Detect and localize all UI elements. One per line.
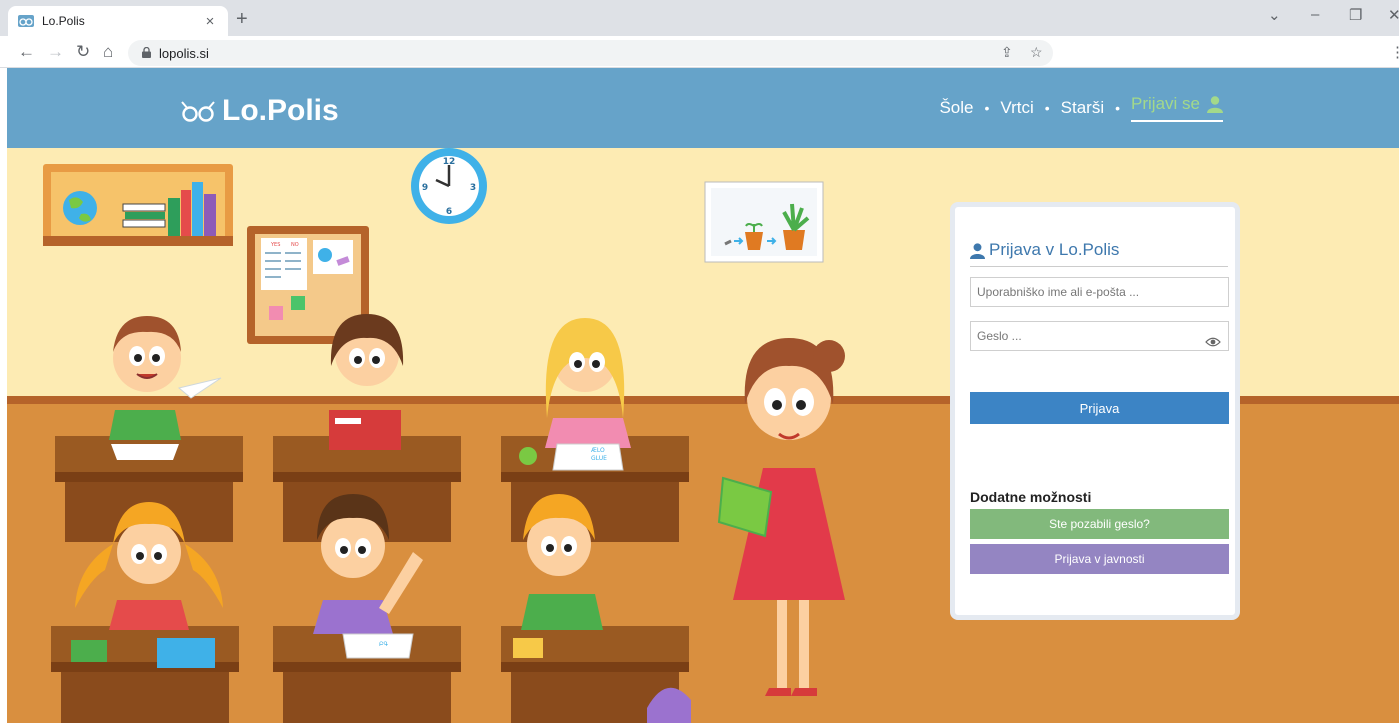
nav-item-login[interactable]: Prijavi se	[1131, 94, 1223, 122]
nav-separator: •	[1115, 100, 1121, 116]
clock-3: 3	[470, 183, 476, 193]
password-field[interactable]	[970, 321, 1229, 351]
lock-icon	[142, 47, 151, 58]
address-bar[interactable]: lopolis.si ⇪ ☆	[128, 40, 1053, 66]
home-icon[interactable]: ⌂	[103, 42, 113, 62]
logo-text: Lo.Polis	[222, 94, 339, 127]
user-icon	[1207, 95, 1223, 113]
login-button[interactable]: Prijava	[970, 392, 1229, 424]
clock-9: 9	[422, 183, 428, 193]
share-icon[interactable]: ⇪	[1001, 44, 1013, 61]
site-logo[interactable]: Lo.Polis	[180, 94, 339, 128]
nav-separator: •	[1044, 100, 1050, 116]
tab-close-icon[interactable]: ×	[202, 13, 218, 30]
book-writing-3: ԲԳ	[379, 641, 388, 648]
book-writing-1: ÆLO	[591, 447, 605, 454]
back-arrow-icon[interactable]: ←	[18, 42, 35, 62]
new-tab-button[interactable]: +	[236, 8, 248, 30]
user-icon	[970, 243, 985, 259]
board-yes: YES	[270, 242, 280, 248]
public-login-button[interactable]: Prijava v javnosti	[970, 544, 1229, 574]
nav-item-kindergartens[interactable]: Vrtci	[1000, 98, 1033, 118]
browser-menu-icon[interactable]: ⋮	[1390, 43, 1399, 61]
bookmark-star-icon[interactable]: ☆	[1030, 44, 1043, 61]
main-nav: Šole • Vrtci • Starši • Prijavi se	[939, 94, 1223, 122]
eye-icon[interactable]	[1205, 336, 1221, 348]
book-writing-2: GLUE	[591, 455, 607, 462]
owl-favicon-icon	[18, 15, 34, 27]
clock-12: 12	[443, 157, 456, 167]
plant-poster	[704, 181, 824, 263]
clock-6: 6	[446, 207, 452, 217]
site-header: Lo.Polis Šole • Vrtci • Starši • Prijavi…	[7, 68, 1399, 148]
login-card: Prijava v Lo.Polis Prijava Dodatne možno…	[950, 202, 1240, 620]
tab-search-icon[interactable]: ⌄	[1268, 6, 1281, 24]
browser-toolbar: ← → ↻ ⌂ lopolis.si ⇪ ☆ ⋮	[0, 36, 1399, 68]
additional-options-heading: Dodatne možnosti	[970, 489, 1092, 505]
owl-logo-icon	[181, 101, 215, 122]
nav-item-parents[interactable]: Starši	[1061, 98, 1104, 118]
url-text: lopolis.si	[159, 46, 209, 61]
wall-clock: 12 3 6 9	[411, 148, 487, 224]
reload-icon[interactable]: ↻	[76, 42, 90, 62]
nav-item-schools[interactable]: Šole	[939, 98, 973, 118]
nav-login-label: Prijavi se	[1131, 94, 1200, 113]
bookshelf	[43, 164, 233, 246]
login-heading: Prijava v Lo.Polis	[970, 240, 1228, 267]
browser-tab[interactable]: Lo.Polis ×	[8, 6, 228, 36]
browser-tab-strip: Lo.Polis × + ⌄ – ❐ ✕	[0, 0, 1399, 36]
restore-window-icon[interactable]: ❐	[1349, 6, 1362, 24]
login-title: Prijava v Lo.Polis	[989, 240, 1120, 259]
username-field[interactable]	[970, 277, 1229, 307]
forgot-password-button[interactable]: Ste pozabili geslo?	[970, 509, 1229, 539]
forward-arrow-icon[interactable]: →	[47, 42, 64, 62]
close-window-icon[interactable]: ✕	[1388, 6, 1399, 24]
nav-separator: •	[984, 100, 990, 116]
tab-title: Lo.Polis	[42, 14, 85, 28]
minimize-window-icon[interactable]: –	[1311, 6, 1319, 23]
board-no: NO	[291, 242, 299, 248]
